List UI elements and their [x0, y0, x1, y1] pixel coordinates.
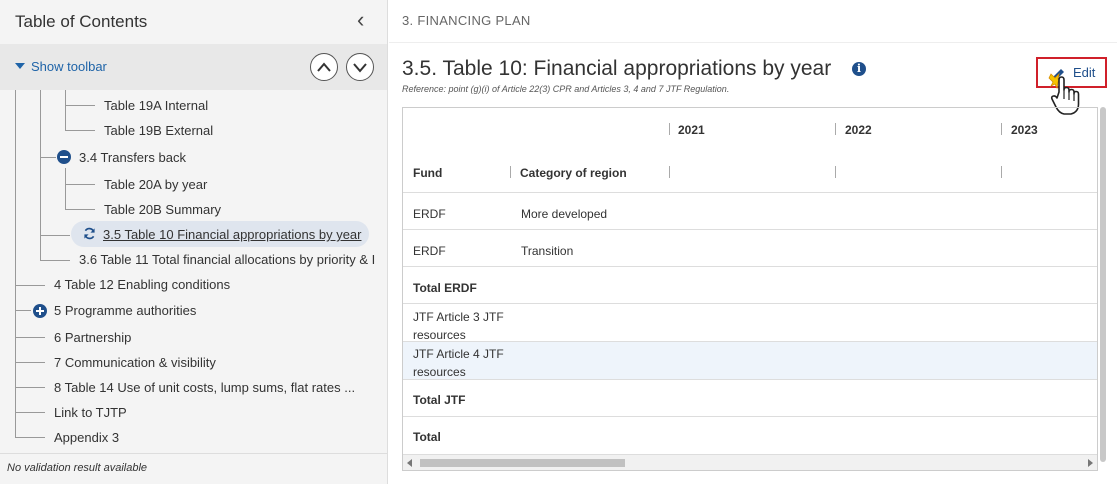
section-caption: 3. FINANCING PLAN	[402, 13, 531, 28]
scroll-right-icon[interactable]	[1088, 459, 1093, 467]
table-row-highlighted[interactable]: JTF Article 4 JTF resources	[403, 341, 1097, 379]
cell-fund: JTF Article 4 JTF resources	[413, 347, 504, 379]
toc-item-table-10-selected[interactable]: 3.5 Table 10 Financial appropriations by…	[71, 221, 369, 247]
scrollbar-thumb[interactable]	[420, 459, 625, 467]
toc-item-table-11[interactable]: 3.6 Table 11 Total financial allocations…	[79, 252, 375, 267]
table-row-total[interactable]: Total JTF	[403, 379, 1097, 416]
scrollbar-thumb[interactable]	[1100, 107, 1106, 462]
move-down-button[interactable]	[346, 53, 374, 81]
table-row[interactable]: JTF Article 3 JTF resources	[403, 303, 1097, 342]
toc-item-label: 3.5 Table 10 Financial appropriations by…	[103, 227, 362, 242]
toc-item-table-19b[interactable]: Table 19B External	[104, 123, 213, 138]
info-icon[interactable]: i	[852, 62, 866, 76]
refresh-icon	[84, 227, 95, 240]
caret-down-icon[interactable]	[15, 63, 25, 69]
cell-fund: Total ERDF	[413, 281, 477, 295]
chevron-up-icon	[317, 62, 331, 72]
appropriations-table: 2021 2022 2023 Fund Category of region E…	[402, 107, 1098, 471]
year-header: 2023	[1011, 123, 1038, 137]
toc-tree: Table 19A Internal Table 19B External 3.…	[0, 90, 387, 453]
toc-header: Table of Contents ‹	[0, 0, 387, 44]
year-header: 2022	[845, 123, 872, 137]
toc-panel: Table of Contents ‹ Show toolbar Table 1…	[0, 0, 388, 484]
toc-item-link-tjtp[interactable]: Link to TJTP	[54, 405, 127, 420]
cell-fund: ERDF	[413, 207, 446, 221]
tree-guide	[15, 90, 16, 437]
main-content: 3. FINANCING PLAN 3.5. Table 10: Financi…	[389, 0, 1117, 484]
collapse-panel-icon[interactable]: ‹	[357, 9, 373, 32]
toc-item-table-20b[interactable]: Table 20B Summary	[104, 202, 221, 217]
toolbar-toggle-bar: Show toolbar	[0, 44, 387, 90]
cell-region: More developed	[521, 207, 608, 221]
tree-guide	[65, 168, 66, 210]
validation-status: No validation result available	[7, 462, 148, 474]
table-row-total[interactable]: Total ERDF	[403, 266, 1097, 303]
table-row[interactable]: ERDF Transition	[403, 229, 1097, 266]
toc-item-transfers-back[interactable]: 3.4 Transfers back	[79, 150, 186, 165]
toc-item-table-20a[interactable]: Table 20A by year	[104, 177, 207, 192]
year-header: 2021	[678, 123, 705, 137]
reference-text: Reference: point (g)(i) of Article 22(3)…	[402, 84, 730, 94]
table-row-total[interactable]: Total	[403, 416, 1097, 454]
tree-guide	[65, 90, 66, 130]
column-header-region[interactable]: Category of region	[520, 166, 627, 180]
toc-item-communication[interactable]: 7 Communication & visibility	[54, 355, 216, 370]
cell-region: Transition	[521, 244, 574, 258]
horizontal-scrollbar[interactable]	[403, 454, 1097, 470]
vertical-scrollbar[interactable]	[1099, 107, 1107, 471]
move-up-button[interactable]	[310, 53, 338, 81]
toc-item-programme-authorities[interactable]: 5 Programme authorities	[54, 303, 196, 318]
toc-title: Table of Contents	[15, 12, 148, 31]
toc-item-appendix-3[interactable]: Appendix 3	[54, 430, 119, 445]
cell-fund: Total JTF	[413, 393, 466, 407]
toc-item-table-19a[interactable]: Table 19A Internal	[104, 98, 208, 113]
table-row[interactable]: ERDF More developed	[403, 192, 1097, 229]
toc-item-unit-costs[interactable]: 8 Table 14 Use of unit costs, lump sums,…	[54, 380, 355, 395]
chevron-down-icon	[353, 63, 367, 73]
cell-fund: JTF Article 3 JTF resources	[413, 310, 504, 342]
page-title: 3.5. Table 10: Financial appropriations …	[402, 57, 832, 80]
scroll-left-icon[interactable]	[407, 459, 412, 467]
toc-item-partnership[interactable]: 6 Partnership	[54, 330, 131, 345]
toc-item-enabling-conditions[interactable]: 4 Table 12 Enabling conditions	[54, 277, 230, 292]
show-toolbar-link[interactable]: Show toolbar	[31, 59, 107, 74]
column-header-fund[interactable]: Fund	[413, 166, 442, 180]
validation-footer: No validation result available	[0, 453, 387, 484]
divider	[389, 42, 1117, 43]
cell-fund: ERDF	[413, 244, 446, 258]
expand-node-icon[interactable]	[33, 304, 47, 318]
cell-fund: Total	[413, 430, 441, 444]
collapse-node-icon[interactable]	[57, 150, 71, 164]
